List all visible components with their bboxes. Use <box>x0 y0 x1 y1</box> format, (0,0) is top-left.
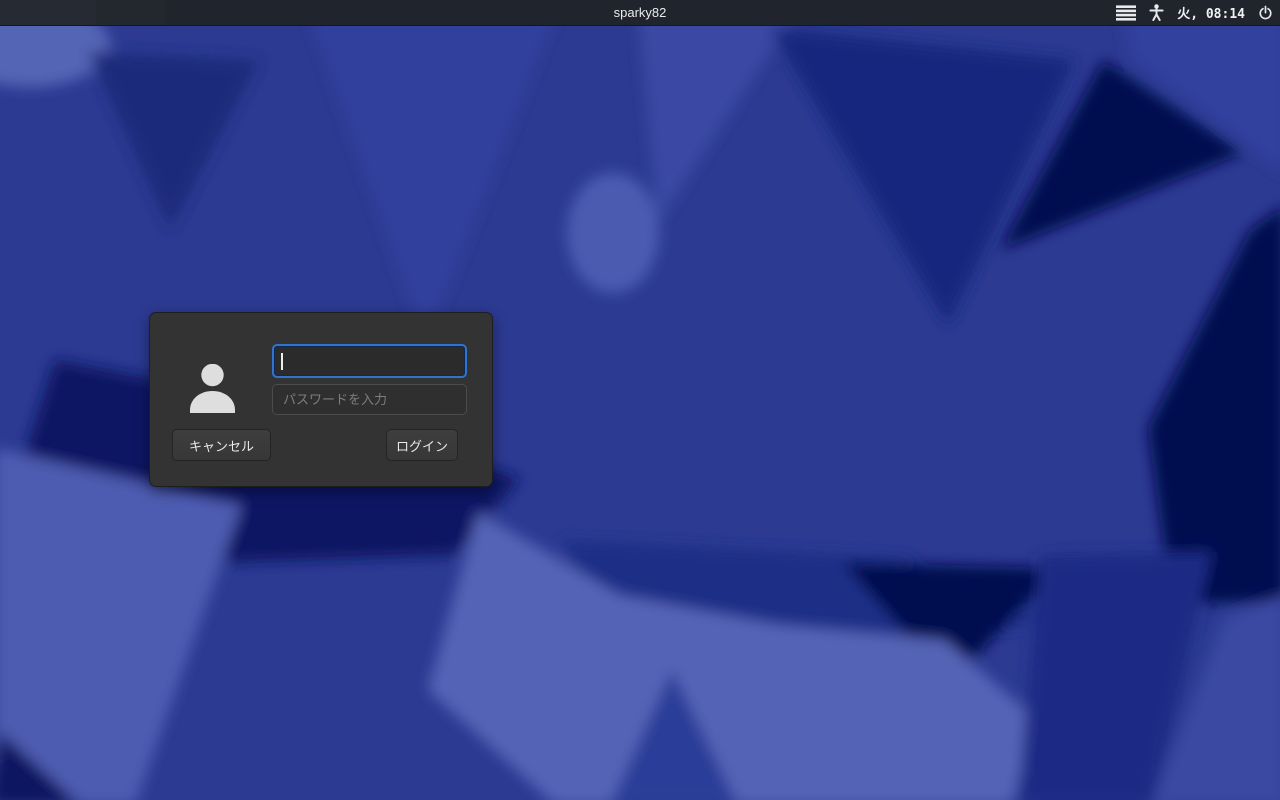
hostname-label: sparky82 <box>613 5 667 20</box>
login-button[interactable]: ログイン <box>386 429 458 461</box>
top-bar: sparky82 火, 08:14 <box>0 0 1280 26</box>
username-input[interactable] <box>272 344 467 378</box>
power-icon[interactable] <box>1258 5 1273 21</box>
password-input[interactable] <box>272 384 467 415</box>
user-avatar-icon <box>190 363 235 418</box>
cancel-button[interactable]: キャンセル <box>172 429 271 461</box>
topbar-status-area: 火, 08:14 <box>1116 0 1273 25</box>
accessibility-icon[interactable] <box>1149 4 1164 21</box>
menu-icon[interactable] <box>1116 4 1137 21</box>
text-cursor <box>281 353 283 370</box>
clock-label: 火, 08:14 <box>1177 7 1245 22</box>
login-dialog: キャンセル ログイン <box>149 312 493 487</box>
